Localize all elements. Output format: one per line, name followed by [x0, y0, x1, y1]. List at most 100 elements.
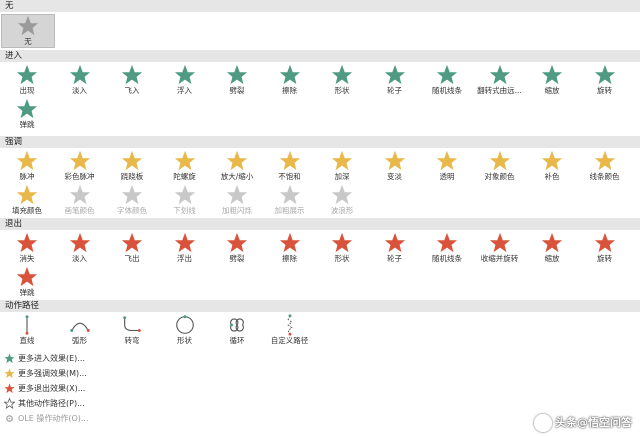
- star-4-icon: [226, 232, 248, 253]
- motion-path-2-icon: [123, 316, 141, 332]
- exit-effect-12[interactable]: 弹跳: [1, 266, 53, 298]
- exit-effect-10[interactable]: 缩放: [526, 232, 578, 264]
- entrance-effect-label: 缩放: [544, 86, 560, 95]
- exit-effect-label: 收缩并旋转: [480, 254, 519, 263]
- emphasis-effect-12[interactable]: 填充颜色: [1, 184, 53, 216]
- exit-effect-1[interactable]: 淡入: [54, 232, 106, 264]
- emphasis-effect-4[interactable]: 放大/缩小: [211, 150, 263, 182]
- star-17-icon: [279, 184, 300, 205]
- star-12-icon: [16, 184, 38, 205]
- entrance-effect-label: 随机线条: [432, 86, 462, 95]
- star-10-icon: [541, 64, 563, 85]
- star-2-icon: [121, 64, 143, 85]
- motion-effect-4[interactable]: 循环: [211, 314, 263, 346]
- exit-effect-label: 消失: [19, 254, 35, 263]
- emphasis-effect-11[interactable]: 线条颜色: [579, 150, 631, 182]
- exit-effect-2[interactable]: 飞出: [106, 232, 158, 264]
- entrance-effect-label: 飞入: [124, 86, 140, 95]
- entrance-effect-9[interactable]: 翻转式由远...: [474, 64, 526, 96]
- exit-effect-label: 轮子: [387, 254, 402, 263]
- exit-effect-5[interactable]: 擦除: [264, 232, 316, 264]
- emphasis-effect-1[interactable]: 彩色脉冲: [54, 150, 106, 182]
- entrance-effect-8[interactable]: 随机线条: [421, 64, 473, 96]
- emphasis-effect-3[interactable]: 陀螺旋: [159, 150, 211, 182]
- exit-effect-label: 劈裂: [229, 254, 245, 263]
- star-0-icon: [16, 232, 38, 253]
- emphasis-effect-5[interactable]: 不饱和: [264, 150, 316, 182]
- entrance-effect-label: 旋转: [597, 86, 612, 95]
- exit-effect-11[interactable]: 旋转: [579, 232, 631, 264]
- grid-entrance: 出现 淡入 飞入 浮入 劈裂 擦除 形状 轮子 随机线条 翻转式由远... 缩放 旋转弹跳: [0, 62, 640, 136]
- grid-exit: 消失 淡入 飞出 浮出 劈裂 擦除 形状 轮子 随机线条 收缩并旋转 缩放 旋转弹跳: [0, 230, 640, 300]
- star-5-icon: [279, 64, 300, 85]
- menu-more-emphasis[interactable]: 更多强调效果(M)...: [0, 366, 640, 381]
- emphasis-effect-6[interactable]: 加深: [316, 150, 368, 182]
- exit-effect-6[interactable]: 形状: [316, 232, 368, 264]
- star-16-icon: [226, 184, 248, 205]
- entrance-effect-10[interactable]: 缩放: [526, 64, 578, 96]
- exit-effect-8[interactable]: 随机线条: [421, 232, 473, 264]
- none-effect-0[interactable]: 无: [1, 14, 55, 48]
- exit-effect-label: 随机线条: [432, 254, 462, 263]
- emphasis-effect-label: 画笔颜色: [64, 206, 95, 215]
- section-header-none: 无: [0, 0, 640, 12]
- star-12-icon: [16, 98, 38, 119]
- motion-effect-3[interactable]: 形状: [159, 314, 211, 346]
- entrance-effect-4[interactable]: 劈裂: [211, 64, 263, 96]
- motion-effect-0[interactable]: 直线: [1, 314, 53, 346]
- menu-more-exit[interactable]: 更多退出效果(X)...: [0, 381, 640, 396]
- exit-effect-label: 旋转: [597, 254, 612, 263]
- emphasis-effect-10[interactable]: 补色: [526, 150, 578, 182]
- entrance-effect-7[interactable]: 轮子: [369, 64, 421, 96]
- entrance-effect-0[interactable]: 出现: [1, 64, 53, 96]
- entrance-effect-label: 浮入: [177, 86, 192, 95]
- emphasis-effect-label: 线条颜色: [589, 172, 620, 181]
- entrance-effect-12[interactable]: 弹跳: [1, 98, 53, 130]
- motion-effect-2[interactable]: 转弯: [106, 314, 158, 346]
- menu-other-motion-paths-label: 其他动作路径(P)...: [18, 399, 85, 408]
- star-18-icon: [331, 184, 353, 205]
- section-header-emphasis: 强调: [0, 136, 640, 148]
- entrance-effect-5[interactable]: 擦除: [264, 64, 316, 96]
- motion-path-0-icon: [25, 315, 29, 335]
- entrance-effect-label: 劈裂: [229, 86, 245, 95]
- emphasis-effect-0[interactable]: 脉冲: [1, 150, 53, 182]
- motion-path-3-icon: [175, 315, 194, 334]
- star-6-icon: [331, 150, 353, 171]
- exit-effect-label: 弹跳: [19, 288, 35, 297]
- star-13-icon: [69, 184, 90, 205]
- emphasis-effect-8[interactable]: 透明: [421, 150, 473, 182]
- none-effect-label: 无: [24, 37, 32, 46]
- motion-effect-1[interactable]: 弧形: [54, 314, 106, 346]
- entrance-effect-1[interactable]: 淡入: [54, 64, 106, 96]
- star-0-icon: [17, 15, 39, 36]
- star-red-icon: [4, 383, 15, 394]
- exit-effect-3[interactable]: 浮出: [159, 232, 211, 264]
- entrance-effect-2[interactable]: 飞入: [106, 64, 158, 96]
- exit-effect-9[interactable]: 收缩并旋转: [474, 232, 526, 264]
- entrance-effect-3[interactable]: 浮入: [159, 64, 211, 96]
- emphasis-effect-2[interactable]: 跷跷板: [106, 150, 158, 182]
- emphasis-effect-7[interactable]: 变淡: [369, 150, 421, 182]
- motion-effect-5[interactable]: 自定义路径: [264, 314, 316, 346]
- star-outline-icon: [4, 398, 15, 409]
- emphasis-effect-9[interactable]: 对象颜色: [474, 150, 526, 182]
- star-8-icon: [436, 232, 458, 253]
- exit-effect-label: 擦除: [282, 254, 297, 263]
- section-header-exit: 退出: [0, 218, 640, 230]
- motion-effect-label: 循环: [229, 336, 245, 345]
- exit-effect-0[interactable]: 消失: [1, 232, 53, 264]
- star-0-icon: [16, 150, 38, 171]
- menu-other-motion-paths[interactable]: 其他动作路径(P)...: [0, 396, 640, 411]
- exit-effect-4[interactable]: 劈裂: [211, 232, 263, 264]
- menu-more-entrance[interactable]: 更多进入效果(E)...: [0, 351, 640, 366]
- motion-effect-label: 直线: [19, 336, 35, 345]
- menu-ole-action-label: OLE 操作动作(O)...: [18, 414, 89, 423]
- emphasis-effect-label: 补色: [544, 172, 560, 181]
- entrance-effect-6[interactable]: 形状: [316, 64, 368, 96]
- entrance-effect-11[interactable]: 旋转: [579, 64, 631, 96]
- motion-effect-label: 自定义路径: [270, 336, 309, 345]
- emphasis-effect-label: 陀螺旋: [173, 172, 196, 181]
- exit-effect-7[interactable]: 轮子: [369, 232, 421, 264]
- star-9-icon: [489, 232, 510, 253]
